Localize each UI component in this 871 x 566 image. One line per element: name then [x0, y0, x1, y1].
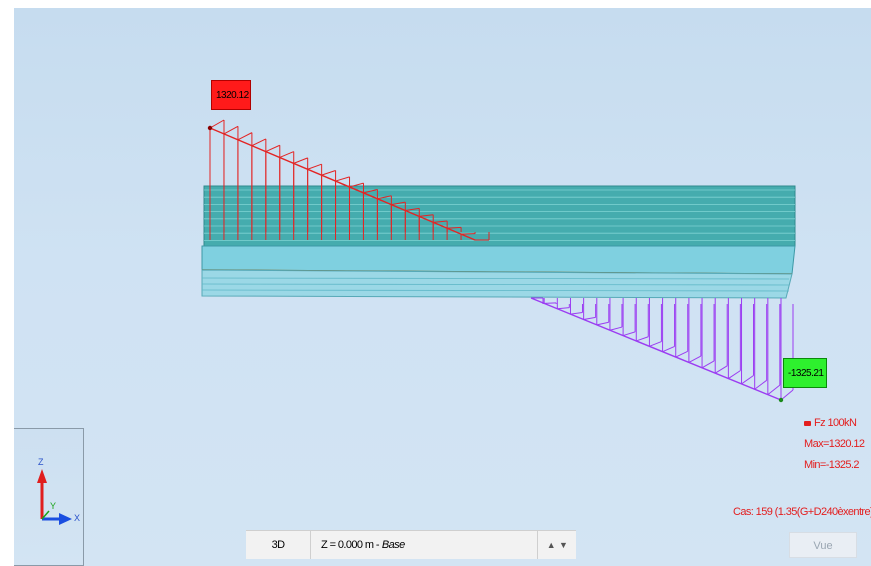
negative-force-diagram: [530, 297, 794, 403]
result-legend: Fz 100kN Max=1320.12 Min=-1325.2: [804, 413, 865, 476]
level-name: Base: [381, 539, 405, 551]
negative-rung: [622, 331, 636, 337]
positive-rung: [251, 138, 267, 147]
beam-slab: [201, 185, 796, 299]
max-point: [207, 125, 213, 131]
axis-y-label: Y: [50, 501, 57, 511]
negative-rung: [714, 365, 728, 374]
negative-rung: [570, 312, 583, 315]
negative-rung: [649, 341, 662, 347]
axis-triad-icon: [37, 469, 72, 525]
status-bar: 3D Z = 0.000 m - Base ▲ ▼: [246, 530, 576, 559]
positive-rung: [237, 132, 253, 141]
negative-rung: [662, 345, 675, 353]
positive-rung: [307, 163, 322, 170]
load-case-label: Cas: 159 (1.35(G+D240èxentre)+): [733, 506, 871, 518]
view-mode-button[interactable]: 3D: [246, 539, 310, 551]
negative-rung: [675, 350, 688, 358]
negative-rung: [544, 302, 557, 304]
negative-envelope: [530, 297, 782, 401]
level-up-icon[interactable]: ▲: [547, 540, 556, 550]
positive-rung: [209, 119, 225, 129]
negative-rung: [583, 316, 596, 320]
level-spinner[interactable]: ▲ ▼: [537, 531, 576, 559]
legend-min: Min=-1325.2: [804, 459, 859, 471]
negative-rung: [728, 370, 741, 379]
positive-rung: [223, 125, 239, 135]
legend-component: Fz 100kN: [804, 413, 864, 434]
negative-rung: [688, 355, 702, 363]
level-value: Z = 0.000 m -: [321, 539, 380, 551]
positive-rung: [279, 151, 294, 158]
positive-rung: [321, 170, 336, 176]
axis-z-label: Z: [38, 457, 44, 467]
negative-rung: [754, 379, 767, 390]
negative-rung: [741, 375, 754, 385]
axis-x-label: X: [74, 513, 81, 523]
negative-rung: [701, 360, 715, 369]
negative-rung: [636, 336, 649, 342]
min-value-label: -1325.21: [783, 358, 827, 388]
beam-front-face: [201, 245, 796, 275]
positive-rung: [335, 176, 350, 182]
negative-rung: [767, 384, 781, 396]
axis-triad[interactable]: Z Y X: [14, 428, 84, 566]
negative-rung: [780, 389, 794, 401]
beam-force-diagram: [201, 119, 796, 403]
3d-viewport[interactable]: 1320.12 -1325.21 Fz 100kN Max=1320.12 Mi…: [14, 8, 871, 566]
beam-top-face: [203, 185, 796, 247]
min-point: [778, 397, 784, 403]
vue-button[interactable]: Vue: [789, 532, 857, 558]
max-value-label: 1320.12: [211, 80, 251, 110]
legend-max: Max=1320.12: [804, 438, 865, 450]
negative-rung: [596, 321, 609, 326]
level-down-icon[interactable]: ▼: [559, 540, 568, 550]
positive-rung: [293, 157, 308, 164]
level-field[interactable]: Z = 0.000 m - Base: [310, 531, 537, 559]
positive-rung: [265, 144, 280, 153]
negative-rung: [557, 307, 570, 310]
negative-rung: [609, 326, 623, 331]
legend-color-icon: [804, 420, 811, 426]
